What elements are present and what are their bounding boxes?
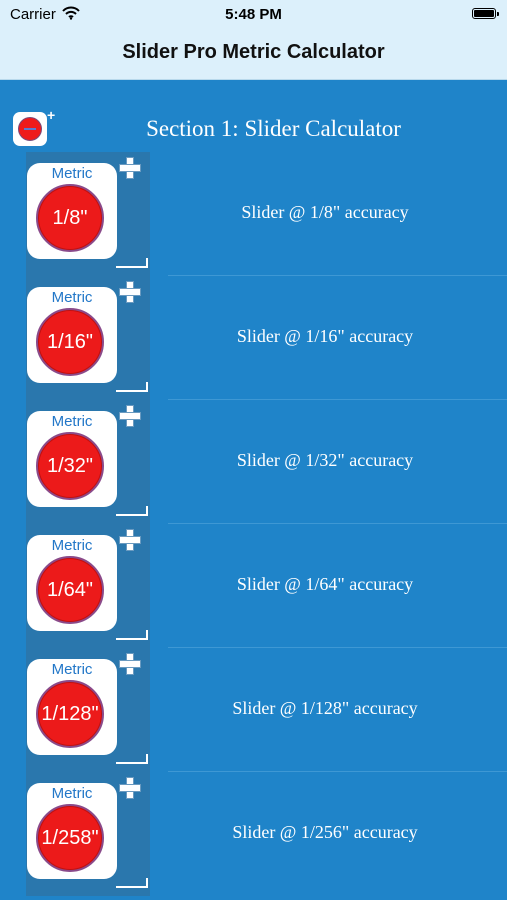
fraction-label: 1/258" [41, 826, 99, 849]
fraction-label: 1/64" [46, 578, 94, 601]
corner-bracket-icon [116, 382, 148, 392]
row-label: Slider @ 1/32" accuracy [236, 450, 414, 470]
list-item[interactable]: Metric 1/128" Slider @ 1/128" accuracy [0, 648, 507, 772]
list-item[interactable]: Metric 1/64" Slider @ 1/64" accuracy [0, 524, 507, 648]
metric-label: Metric [51, 289, 93, 306]
row-label: Slider @ 1/64" accuracy [236, 574, 414, 594]
metric-calculator-tile[interactable]: Metric 1/32" [27, 411, 117, 507]
add-icon[interactable] [117, 155, 145, 183]
fraction-label: 1/16" [46, 330, 94, 353]
metric-calculator-tile[interactable]: Metric 1/64" [27, 535, 117, 631]
navigation-bar: Slider Pro Metric Calculator [0, 28, 507, 80]
list-item[interactable]: Metric 1/32" Slider @ 1/32" accuracy [0, 400, 507, 524]
metric-calculator-tile[interactable]: Metric 1/16" [27, 287, 117, 383]
battery-fill [474, 10, 494, 17]
corner-bracket-icon [116, 754, 148, 764]
list-item[interactable]: Metric 1/8" Slider @ 1/8" accuracy [0, 152, 507, 276]
fraction-label: 1/32" [46, 454, 94, 477]
corner-bracket-icon [116, 630, 148, 640]
section-title: Section 1: Slider Calculator [146, 116, 401, 141]
corner-bracket-icon [116, 506, 148, 516]
add-icon[interactable] [117, 775, 145, 803]
metric-label: Metric [51, 661, 93, 678]
metric-calculator-tile[interactable]: Metric 1/128" [27, 659, 117, 755]
list-item[interactable]: Metric 1/258" Slider @ 1/256" accuracy [0, 772, 507, 896]
add-icon[interactable] [117, 651, 145, 679]
status-time: 5:48 PM [225, 6, 282, 23]
corner-bracket-icon [116, 878, 148, 888]
metric-calculator-tile[interactable]: Metric 1/8" [27, 163, 117, 259]
section-header: + Section 1: Slider Calculator [0, 80, 507, 152]
add-icon[interactable] [117, 527, 145, 555]
row-label: Slider @ 1/128" accuracy [232, 698, 418, 718]
page-title: Slider Pro Metric Calculator [122, 41, 385, 63]
metric-label: Metric [51, 413, 93, 430]
row-label: Slider @ 1/256" accuracy [232, 822, 418, 842]
metric-label: Metric [51, 785, 93, 802]
battery-icon [472, 8, 499, 19]
metric-label: Metric [51, 537, 93, 554]
corner-bracket-icon [116, 258, 148, 268]
add-icon[interactable] [117, 403, 145, 431]
fraction-label: 1/8" [52, 206, 88, 229]
row-label: Slider @ 1/16" accuracy [236, 326, 414, 346]
metric-label: Metric [51, 165, 93, 182]
status-bar: Carrier 5:48 PM [0, 0, 507, 28]
add-icon[interactable] [117, 279, 145, 307]
fraction-label: 1/128" [41, 702, 99, 725]
metric-calculator-tile[interactable]: Metric 1/258" [27, 783, 117, 879]
list-item[interactable]: Metric 1/16" Slider @ 1/16" accuracy [0, 276, 507, 400]
row-label: Slider @ 1/8" accuracy [241, 202, 409, 222]
